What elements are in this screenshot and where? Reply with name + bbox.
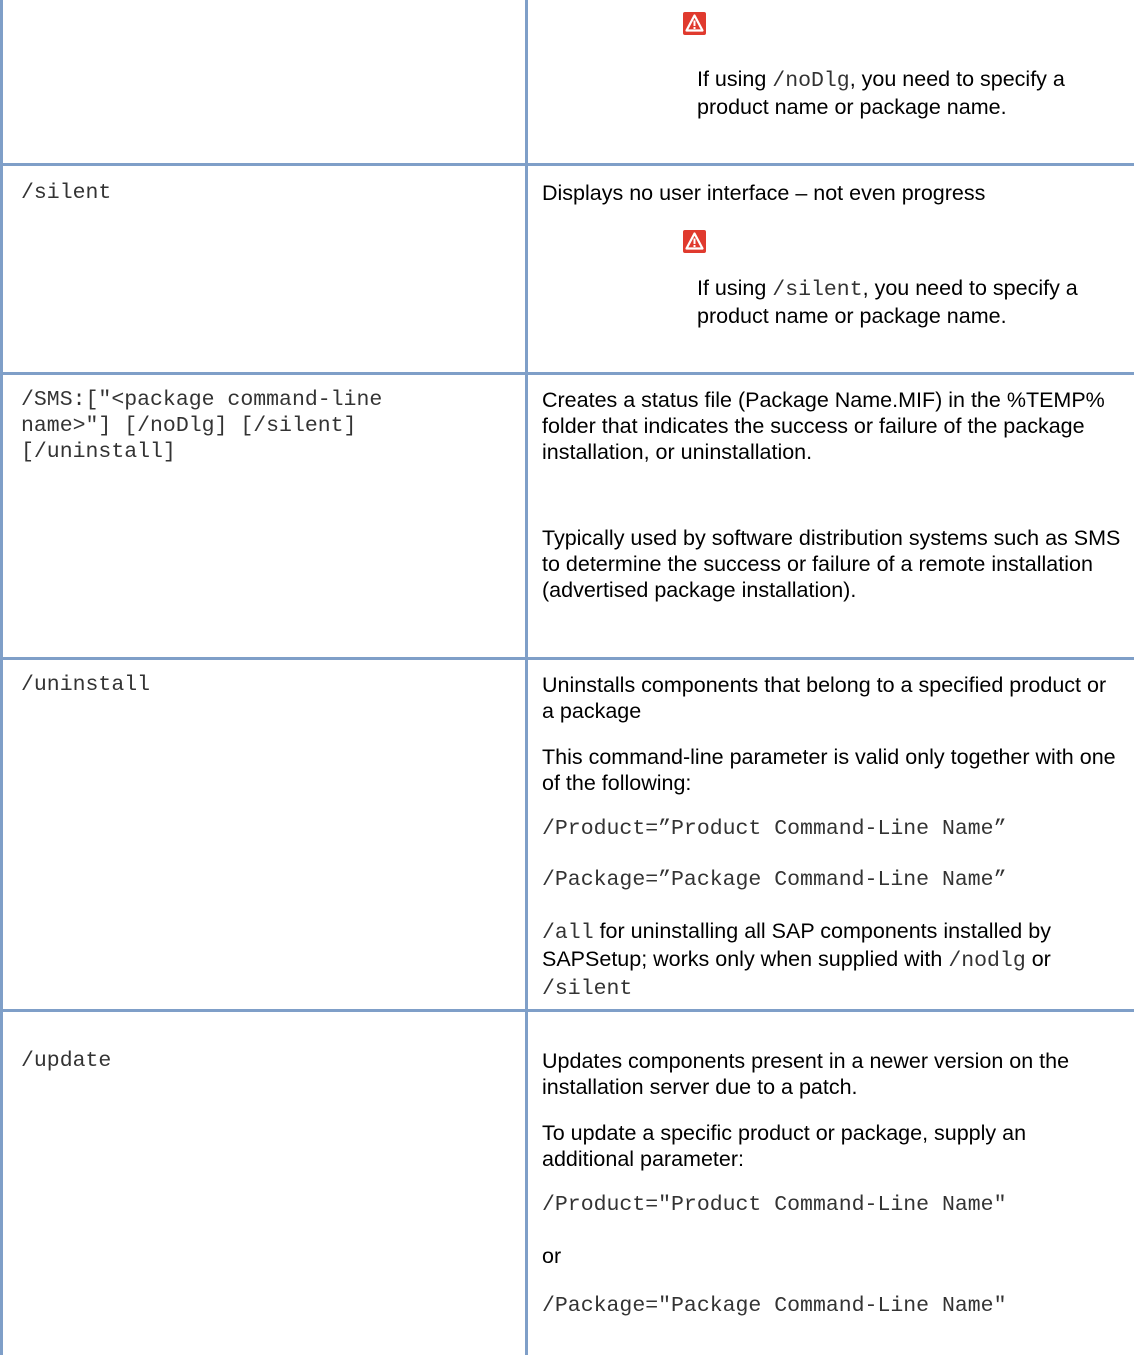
parameter-name: /silent	[21, 181, 112, 205]
row-divider	[0, 1009, 1134, 1012]
table-border-left	[0, 0, 3, 1355]
code-example: /Package="Package Command-Line Name"	[542, 1294, 1007, 1318]
parameter-description: /all for uninstalling all SAP components…	[542, 919, 1051, 1001]
parameter-description: Uninstalls components that belong to a s…	[542, 673, 1107, 723]
parameter-table: If using /noDlg, you need to specify a p…	[0, 0, 1134, 1355]
parameter-name: /SMS:["<package command-line name>"] [/n…	[21, 388, 383, 464]
parameter-description: Typically used by software distribution …	[542, 526, 1121, 602]
column-divider	[525, 0, 528, 1355]
parameter-description: Creates a status file (Package Name.MIF)…	[542, 388, 1105, 464]
parameter-description: This command-line parameter is valid onl…	[542, 745, 1116, 795]
row-divider	[0, 163, 1134, 166]
code-example: /Package=”Package Command-Line Name”	[542, 868, 1007, 892]
parameter-description: Updates components present in a newer ve…	[542, 1049, 1070, 1099]
warning-note: If using /noDlg, you need to specify a p…	[697, 67, 1065, 119]
parameter-name: /uninstall	[21, 673, 151, 697]
parameter-description: Displays no user interface – not even pr…	[542, 181, 986, 205]
parameter-description: or	[542, 1244, 562, 1268]
warning-icon	[683, 230, 706, 253]
warning-note: If using /silent, you need to specify a …	[697, 276, 1078, 328]
parameter-name: /update	[21, 1049, 112, 1073]
code-example: /Product="Product Command-Line Name"	[542, 1193, 1007, 1217]
row-divider	[0, 657, 1134, 660]
row-divider	[0, 372, 1134, 375]
parameter-description: To update a specific product or package,…	[542, 1121, 1027, 1171]
warning-icon	[683, 12, 706, 35]
code-example: /Product=”Product Command-Line Name”	[542, 817, 1007, 841]
